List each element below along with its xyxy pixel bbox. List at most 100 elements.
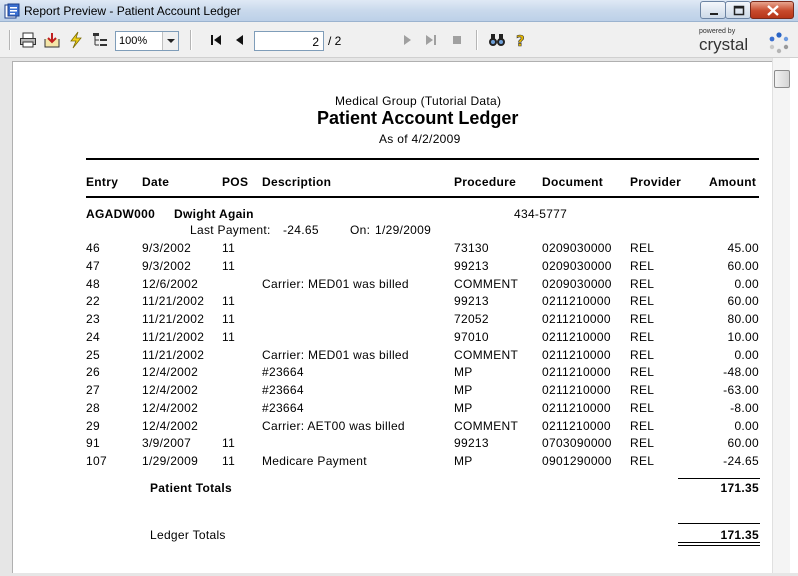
maximize-icon (733, 5, 745, 16)
col-header-pos: POS (222, 175, 249, 189)
cell-amount: 45.00 (727, 241, 759, 255)
cell-provider: REL (630, 348, 655, 362)
window-title: Report Preview - Patient Account Ledger (24, 4, 241, 18)
cell-procedure: COMMENT (454, 348, 519, 362)
crystal-logo: powered by crystal (699, 28, 791, 54)
logo-powered-text: powered by (699, 28, 736, 35)
next-page-icon[interactable] (398, 31, 416, 49)
patient-phone: 434-5777 (514, 207, 568, 221)
chevron-down-icon[interactable] (162, 32, 178, 50)
patient-totals-rule (678, 478, 760, 479)
printer-icon[interactable] (19, 31, 37, 49)
cell-provider: REL (630, 365, 655, 379)
prev-page-icon[interactable] (231, 31, 249, 49)
cell-provider: REL (630, 259, 655, 273)
maximize-button[interactable] (725, 1, 751, 19)
patient-name: Dwight Again (174, 207, 254, 221)
cell-document: 0209030000 (542, 277, 612, 291)
cell-document: 0209030000 (542, 241, 612, 255)
cell-entry: 27 (86, 383, 100, 397)
refresh-icon[interactable] (67, 31, 85, 49)
cell-date: 12/4/2002 (142, 383, 199, 397)
cell-pos: 11 (222, 312, 236, 326)
help-icon[interactable]: ? (512, 31, 530, 49)
cell-date: 3/9/2007 (142, 436, 192, 450)
cell-pos: 11 (222, 436, 236, 450)
page-total: / 2 (328, 34, 342, 48)
cell-date: 1/29/2009 (142, 454, 199, 468)
col-header-procedure: Procedure (454, 175, 517, 189)
cell-provider: REL (630, 401, 655, 415)
minimize-button[interactable] (700, 1, 726, 19)
cell-document: 0211210000 (542, 312, 611, 326)
cell-date: 12/4/2002 (142, 419, 199, 433)
cell-pos: 11 (222, 454, 236, 468)
ledger-totals-double-rule (678, 542, 760, 543)
cell-procedure: 99213 (454, 294, 489, 308)
toolbar-separator (190, 30, 192, 50)
scrollbar-thumb[interactable] (774, 70, 790, 88)
last-page-icon[interactable] (422, 31, 440, 49)
report-date: As of 4/2/2009 (379, 132, 461, 146)
stop-icon[interactable] (448, 31, 466, 49)
search-icon[interactable] (488, 31, 506, 49)
cell-document: 0211210000 (542, 330, 611, 344)
cell-amount: 10.00 (727, 330, 759, 344)
cell-document: 0209030000 (542, 259, 612, 273)
close-button[interactable] (750, 1, 794, 19)
cell-procedure: MP (454, 401, 473, 415)
cell-amount: -24.65 (723, 454, 759, 468)
cell-pos: 11 (222, 241, 236, 255)
cell-entry: 23 (86, 312, 100, 326)
cell-amount: -63.00 (723, 383, 759, 397)
toolbar-separator (476, 30, 478, 50)
cell-entry: 24 (86, 330, 100, 344)
cell-date: 11/21/2002 (142, 294, 205, 308)
header-rule (86, 158, 759, 160)
cell-entry: 25 (86, 348, 100, 362)
cell-document: 0211210000 (542, 401, 611, 415)
last-payment-label: Last Payment: (190, 223, 271, 237)
cell-procedure: 99213 (454, 436, 489, 450)
cell-procedure: 97010 (454, 330, 489, 344)
last-payment-amount: -24.65 (283, 223, 319, 237)
ledger-totals-double-rule (678, 545, 760, 546)
report-title: Patient Account Ledger (317, 108, 519, 128)
first-page-icon[interactable] (207, 31, 225, 49)
cell-procedure: 72052 (454, 312, 489, 326)
page-number-value: 2 (312, 35, 319, 49)
zoom-select[interactable]: 100% (115, 31, 179, 51)
cell-description: Carrier: MED01 was billed (262, 277, 409, 291)
cell-provider: REL (630, 330, 655, 344)
toolbar: 100% 2 / 2 ? powered by crystal (0, 22, 798, 58)
cell-provider: REL (630, 436, 655, 450)
report-viewer[interactable]: Medical Group (Tutorial Data) Patient Ac… (0, 58, 782, 576)
cell-description: Medicare Payment (262, 454, 367, 468)
cell-date: 12/4/2002 (142, 365, 199, 379)
group-tree-icon[interactable] (91, 31, 109, 49)
col-header-amount: Amount (709, 175, 757, 189)
patient-account: AGADW000 (86, 207, 156, 221)
cell-description: #23664 (262, 383, 304, 397)
cell-amount: 60.00 (727, 436, 759, 450)
close-icon (767, 5, 779, 16)
last-payment-date: 1/29/2009 (375, 223, 432, 237)
cell-date: 11/21/2002 (142, 330, 205, 344)
vertical-scrollbar[interactable] (772, 58, 790, 576)
cell-procedure: 99213 (454, 259, 489, 273)
page-number-input[interactable]: 2 (254, 31, 324, 51)
col-header-provider: Provider (630, 175, 682, 189)
patient-totals-label: Patient Totals (150, 481, 232, 495)
columns-rule (86, 196, 759, 198)
cell-entry: 48 (86, 277, 100, 291)
cell-procedure: COMMENT (454, 419, 519, 433)
patient-totals-value: 171.35 (720, 481, 759, 495)
cell-entry: 22 (86, 294, 100, 308)
cell-date: 9/3/2002 (142, 259, 192, 273)
cell-date: 11/21/2002 (142, 312, 205, 326)
cell-amount: 0.00 (734, 419, 759, 433)
col-header-entry: Entry (86, 175, 119, 189)
cell-amount: 60.00 (727, 259, 759, 273)
cell-procedure: MP (454, 454, 473, 468)
export-icon[interactable] (43, 31, 61, 49)
